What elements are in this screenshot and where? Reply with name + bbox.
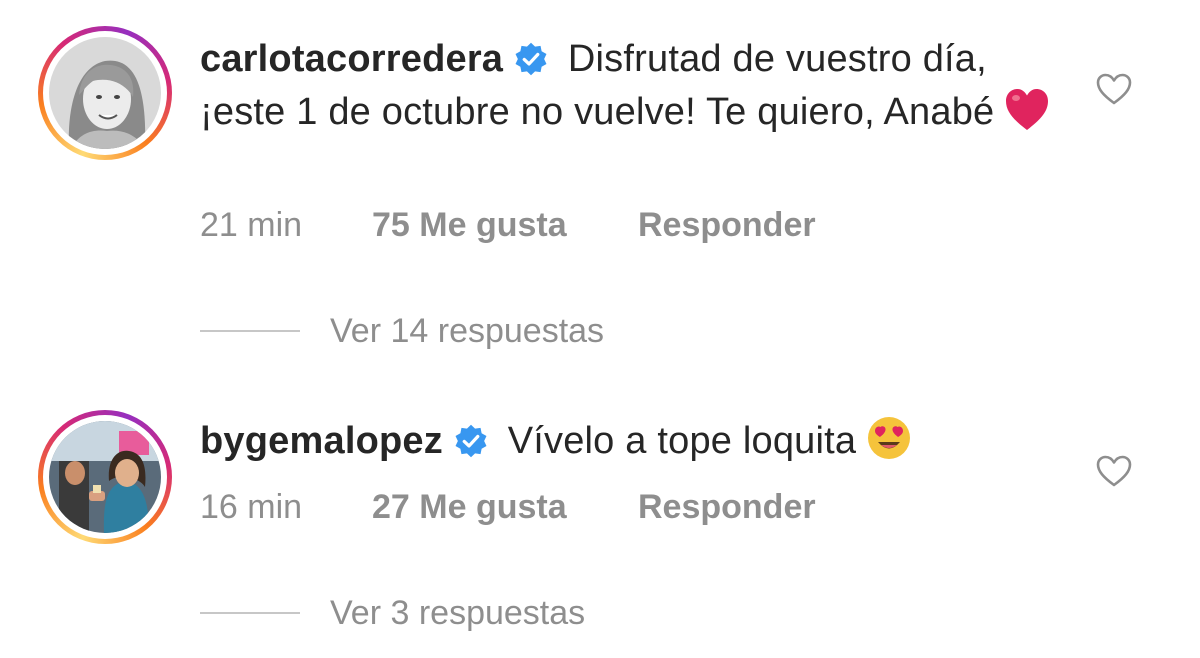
replies-divider [200, 612, 300, 615]
timestamp: 16 min [200, 488, 303, 526]
reply-button[interactable]: Responder [638, 488, 816, 527]
avatar-photo [49, 421, 161, 533]
heart-eyes-emoji-icon [866, 415, 912, 459]
avatar-photo [49, 37, 161, 149]
view-replies-button[interactable]: Ver 3 respuestas [200, 594, 585, 634]
username[interactable]: carlotacorredera [200, 38, 503, 80]
red-heart-emoji-icon [1004, 88, 1050, 132]
avatar[interactable] [49, 421, 161, 533]
comment-item: bygemalopez Vívelo a tope loquita 16 min… [0, 380, 1200, 658]
comment-meta: 21 min 75 Me gusta Responder [200, 206, 816, 246]
view-replies-label: Ver 14 respuestas [330, 312, 605, 350]
likes-count[interactable]: 27 Me gusta [372, 488, 638, 527]
view-replies-label: Ver 3 respuestas [330, 594, 586, 632]
verified-badge-icon [513, 39, 549, 76]
reply-button[interactable]: Responder [638, 206, 816, 245]
story-ring[interactable] [38, 410, 172, 544]
like-heart-icon[interactable] [1095, 72, 1133, 106]
story-ring[interactable] [38, 26, 172, 160]
comment-item: carlotacorredera Disfrutad de vuestro dí… [0, 0, 1200, 380]
comment-body: Vívelo a tope loquita [496, 420, 857, 462]
like-heart-icon[interactable] [1095, 454, 1133, 488]
timestamp: 21 min [200, 206, 303, 244]
avatar-border [43, 415, 167, 539]
comment-text: carlotacorredera Disfrutad de vuestro dí… [200, 33, 1060, 139]
avatar-border [43, 31, 167, 155]
verified-badge-icon [453, 421, 489, 458]
comment-text: bygemalopez Vívelo a tope loquita [200, 415, 1060, 468]
likes-count[interactable]: 75 Me gusta [372, 206, 638, 245]
comment-meta: 16 min 27 Me gusta Responder [200, 488, 816, 528]
avatar[interactable] [49, 37, 161, 149]
replies-divider [200, 330, 300, 333]
username[interactable]: bygemalopez [200, 420, 443, 462]
view-replies-button[interactable]: Ver 14 respuestas [200, 312, 604, 352]
